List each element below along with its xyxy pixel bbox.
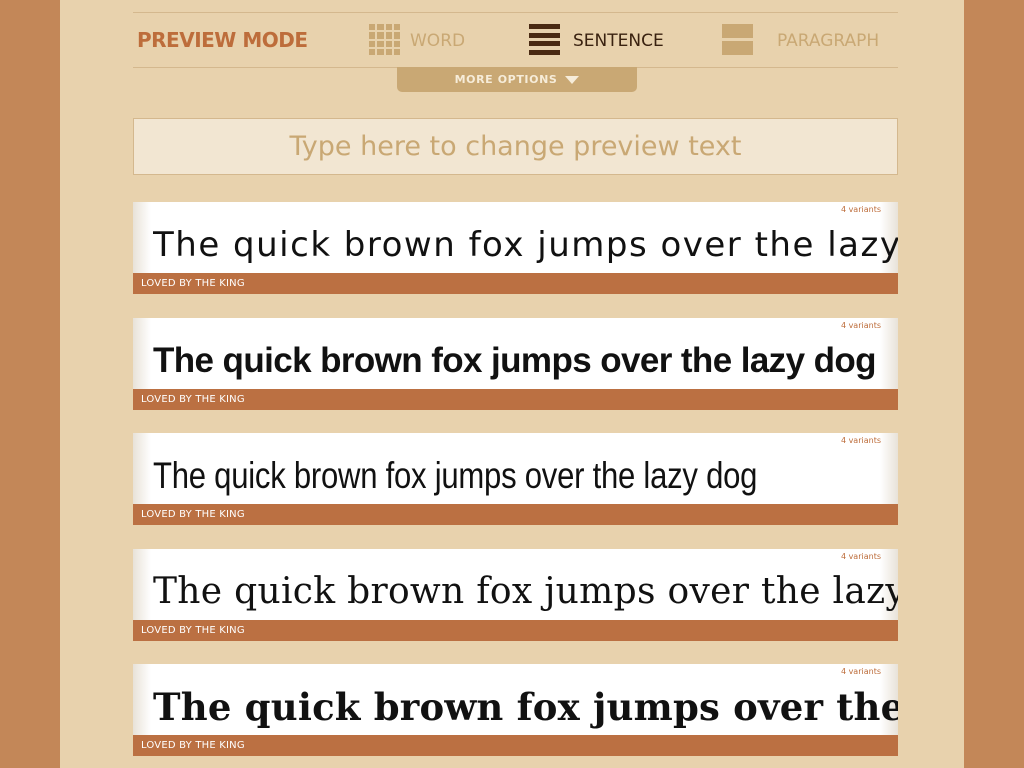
mode-word-label: WORD xyxy=(410,31,466,51)
mode-sentence-label: SENTENCE xyxy=(573,31,664,51)
variants-count: 4 variants xyxy=(840,552,881,561)
font-card-footer: LOVED BY THE KING xyxy=(133,620,898,641)
variants-count: 4 variants xyxy=(840,321,881,330)
variants-count: 4 variants xyxy=(840,667,881,676)
preview-mode-bar: PREVIEW MODE WORD SENTENCE PARAGRAPH xyxy=(133,12,898,68)
font-card-footer: LOVED BY THE KING xyxy=(133,504,898,525)
font-card[interactable]: 4 variants The quick brown fox jumps ove… xyxy=(133,664,898,756)
preview-text-input[interactable] xyxy=(133,118,898,175)
more-options-button[interactable]: MORE OPTIONS xyxy=(397,67,637,92)
paragraph-icon xyxy=(722,24,753,55)
font-sample-text: The quick brown fox jumps over the lazy … xyxy=(153,455,758,496)
card-left-fade xyxy=(133,664,151,735)
font-sample-text: The quick brown fox jumps over the lazy … xyxy=(153,225,898,265)
font-card-footer: LOVED BY THE KING xyxy=(133,735,898,756)
lines-icon xyxy=(529,24,560,55)
more-options-label: MORE OPTIONS xyxy=(454,73,558,86)
card-left-fade xyxy=(133,433,151,504)
preview-mode-title: PREVIEW MODE xyxy=(137,28,308,52)
font-card-footer: LOVED BY THE KING xyxy=(133,273,898,294)
card-left-fade xyxy=(133,318,151,389)
font-card[interactable]: 4 variants The quick brown fox jumps ove… xyxy=(133,433,898,525)
mode-word-button[interactable]: WORD xyxy=(369,13,479,67)
caret-down-icon xyxy=(565,76,580,84)
card-left-fade xyxy=(133,202,151,273)
variants-count: 4 variants xyxy=(840,205,881,214)
font-card-footer: LOVED BY THE KING xyxy=(133,389,898,410)
mode-paragraph-label: PARAGRAPH xyxy=(777,31,880,51)
font-card[interactable]: 4 variants The quick brown fox jumps ove… xyxy=(133,549,898,641)
mode-sentence-button[interactable]: SENTENCE xyxy=(529,13,679,67)
card-right-fade xyxy=(880,433,898,504)
card-left-fade xyxy=(133,549,151,620)
font-card[interactable]: 4 variants The quick brown fox jumps ove… xyxy=(133,202,898,294)
font-sample-text: The quick brown fox jumps over the lazy … xyxy=(153,341,877,380)
font-sample-text: The quick brown fox jumps over the lazy … xyxy=(153,685,898,729)
font-sample-text: The quick brown fox jumps over the lazy … xyxy=(153,571,898,612)
page-panel: PREVIEW MODE WORD SENTENCE PARAGRAPH MOR… xyxy=(60,0,964,768)
variants-count: 4 variants xyxy=(840,436,881,445)
mode-paragraph-button[interactable]: PARAGRAPH xyxy=(722,13,894,67)
font-card[interactable]: 4 variants The quick brown fox jumps ove… xyxy=(133,318,898,410)
grid-icon xyxy=(369,24,400,55)
